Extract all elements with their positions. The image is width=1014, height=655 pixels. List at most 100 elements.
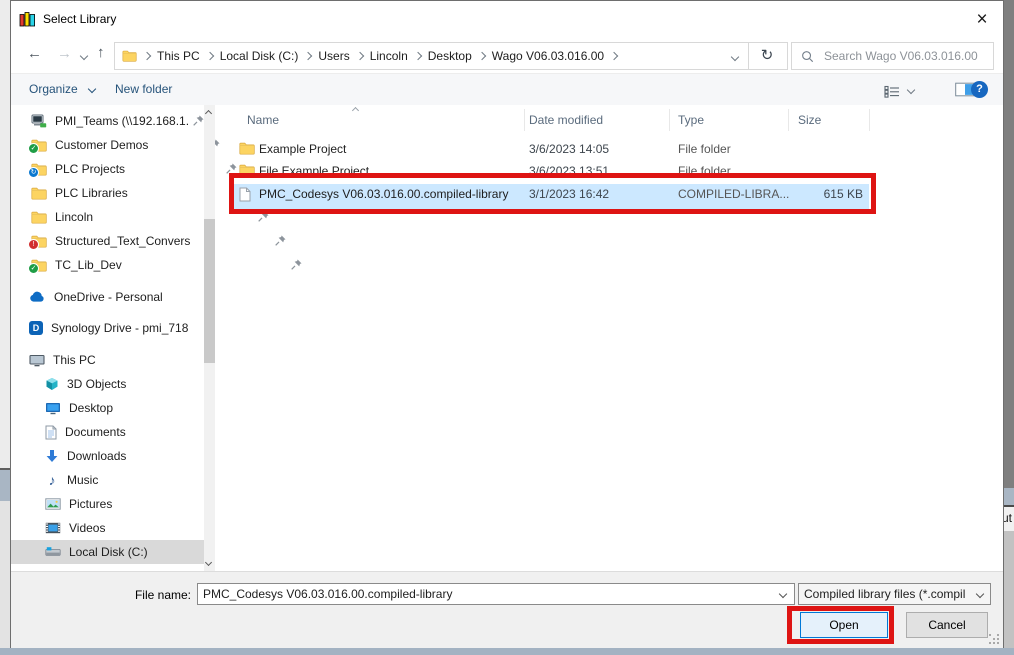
- breadcrumb-chevron-icon: [304, 52, 312, 60]
- local-disk-icon: [45, 547, 61, 557]
- pictures-icon: [45, 498, 61, 510]
- sidebar-item-customer-demos[interactable]: ✓ Customer Demos: [31, 134, 148, 156]
- select-library-dialog: Select Library × ← → ↑ This PC Local Dis…: [10, 0, 1004, 648]
- file-name-label: File name:: [11, 588, 191, 602]
- library-books-icon: [19, 11, 37, 27]
- 3d-objects-cube-icon: [45, 377, 59, 391]
- file-row-pmc-codesys-selected[interactable]: PMC_Codesys V06.03.016.00.compiled-libra…: [229, 184, 889, 209]
- dialog-title: Select Library: [43, 12, 116, 26]
- column-divider: [788, 109, 789, 131]
- resize-grip[interactable]: [989, 634, 991, 636]
- sidebar-item-downloads[interactable]: Downloads: [45, 445, 126, 467]
- sidebar-item-videos[interactable]: Videos: [45, 517, 105, 539]
- this-pc-icon: [29, 354, 45, 367]
- music-note-icon: ♪: [45, 473, 59, 487]
- up-button[interactable]: ↑: [97, 45, 105, 60]
- file-name-value: PMC_Codesys V06.03.016.00.compiled-libra…: [203, 587, 452, 601]
- search-input[interactable]: Search Wago V06.03.016.00: [791, 42, 994, 70]
- dialog-footer: File name: PMC_Codesys V06.03.016.00.com…: [11, 571, 1003, 648]
- folder-syncing-icon: ↻: [31, 163, 47, 176]
- file-row-file-example-project[interactable]: File Example Project 3/6/2023 13:51 File…: [229, 161, 889, 183]
- breadcrumb-users[interactable]: Users: [318, 49, 349, 63]
- combo-chevron-icon[interactable]: [779, 590, 787, 598]
- sidebar-item-lincoln[interactable]: Lincoln: [31, 206, 93, 228]
- network-drive-icon: [31, 114, 47, 128]
- sidebar-scrollbar[interactable]: [204, 105, 215, 571]
- background-panel-fragment: [1004, 531, 1014, 648]
- folder-icon: [239, 142, 255, 155]
- synology-drive-icon: D: [29, 321, 43, 335]
- breadcrumb-chevron-icon: [205, 52, 213, 60]
- back-button[interactable]: ←: [27, 46, 42, 61]
- sidebar-item-documents[interactable]: Documents: [45, 421, 126, 443]
- address-dropdown-chevron-icon[interactable]: [731, 53, 739, 61]
- command-toolbar: Organize New folder ?: [11, 73, 1003, 107]
- cancel-button[interactable]: Cancel: [906, 612, 988, 638]
- close-icon[interactable]: ×: [969, 9, 995, 31]
- breadcrumb-local-disk[interactable]: Local Disk (C:): [220, 49, 299, 63]
- recent-locations-chevron-icon[interactable]: [80, 52, 88, 60]
- breadcrumb-desktop[interactable]: Desktop: [428, 49, 472, 63]
- folder-sync-error-icon: !: [31, 235, 47, 248]
- breadcrumb-chevron-icon: [414, 52, 422, 60]
- organize-dropdown-chevron-icon: [88, 85, 96, 93]
- column-divider: [669, 109, 670, 131]
- sidebar-item-desktop[interactable]: Desktop: [45, 397, 113, 419]
- column-header-date-modified[interactable]: Date modified: [529, 113, 603, 127]
- help-button[interactable]: ?: [971, 81, 988, 98]
- folder-icon: [122, 50, 137, 62]
- videos-filmstrip-icon: [45, 522, 61, 534]
- breadcrumb-chevron-icon: [478, 52, 486, 60]
- column-header-name[interactable]: Name: [247, 113, 279, 127]
- sidebar-item-tc-lib-dev[interactable]: ✓ TC_Lib_Dev: [31, 254, 122, 276]
- organize-button[interactable]: Organize: [29, 82, 78, 96]
- sidebar-item-3d-objects[interactable]: 3D Objects: [45, 373, 126, 395]
- scroll-down-arrow-icon[interactable]: [205, 559, 212, 566]
- folder-icon: [31, 211, 47, 224]
- file-type-value: Compiled library files (*.compil: [804, 587, 965, 601]
- folder-synced-icon: ✓: [31, 259, 47, 272]
- scroll-up-arrow-icon[interactable]: [205, 110, 212, 117]
- breadcrumb-this-pc[interactable]: This PC: [157, 49, 200, 63]
- desktop-icon: [45, 402, 61, 415]
- sidebar-item-onedrive[interactable]: OneDrive - Personal: [29, 286, 163, 308]
- background-panel-fragment: [0, 501, 10, 648]
- breadcrumb-chevron-icon: [610, 52, 618, 60]
- breadcrumb-wago-folder[interactable]: Wago V06.03.016.00: [492, 49, 604, 63]
- sort-ascending-icon: [352, 107, 359, 114]
- scrollbar-thumb[interactable]: [204, 219, 215, 363]
- background-panel-fragment: [0, 470, 10, 501]
- refresh-button[interactable]: ↻: [747, 42, 788, 70]
- sidebar-item-pmi-teams[interactable]: PMI_Teams (\\192.168.1.: [31, 110, 189, 132]
- file-row-example-project[interactable]: Example Project 3/6/2023 14:05 File fold…: [229, 139, 889, 161]
- breadcrumb-chevron-icon: [355, 52, 363, 60]
- documents-icon: [45, 425, 57, 440]
- file-name-input[interactable]: PMC_Codesys V06.03.016.00.compiled-libra…: [197, 583, 795, 605]
- view-dropdown-chevron-icon[interactable]: [907, 86, 915, 94]
- breadcrumb-lincoln[interactable]: Lincoln: [370, 49, 408, 63]
- sidebar-item-this-pc[interactable]: This PC: [29, 349, 96, 371]
- file-type-dropdown[interactable]: Compiled library files (*.compil: [798, 583, 991, 605]
- change-view-icon[interactable]: [884, 85, 900, 98]
- sidebar-item-synology-drive[interactable]: D Synology Drive - pmi_718: [29, 317, 188, 339]
- sidebar-item-music[interactable]: ♪ Music: [45, 469, 98, 491]
- open-button[interactable]: Open: [800, 612, 888, 638]
- sidebar-item-plc-libraries[interactable]: PLC Libraries: [31, 182, 128, 204]
- content-area: PMI_Teams (\\192.168.1. ✓ Customer Demos…: [11, 105, 1003, 571]
- column-header-type[interactable]: Type: [678, 113, 704, 127]
- column-header-size[interactable]: Size: [798, 113, 821, 127]
- folder-synced-icon: ✓: [31, 139, 47, 152]
- file-list: Name Date modified Type Size Example Pro…: [229, 105, 1003, 571]
- sidebar-item-plc-projects[interactable]: ↻ PLC Projects: [31, 158, 125, 180]
- folder-icon: [31, 187, 47, 200]
- new-folder-button[interactable]: New folder: [115, 82, 172, 96]
- screen: ut Select Library × ← → ↑ This PC Local …: [0, 0, 1014, 655]
- sidebar-item-structured-text[interactable]: ! Structured_Text_Convers: [31, 230, 190, 252]
- folder-icon: [239, 164, 255, 177]
- forward-button[interactable]: →: [57, 46, 72, 61]
- downloads-arrow-icon: [45, 449, 59, 463]
- sidebar-item-pictures[interactable]: Pictures: [45, 493, 112, 515]
- address-bar[interactable]: This PC Local Disk (C:) Users Lincoln De…: [114, 42, 749, 70]
- sidebar-item-local-disk-c[interactable]: Local Disk (C:): [45, 541, 148, 563]
- column-divider: [869, 109, 870, 131]
